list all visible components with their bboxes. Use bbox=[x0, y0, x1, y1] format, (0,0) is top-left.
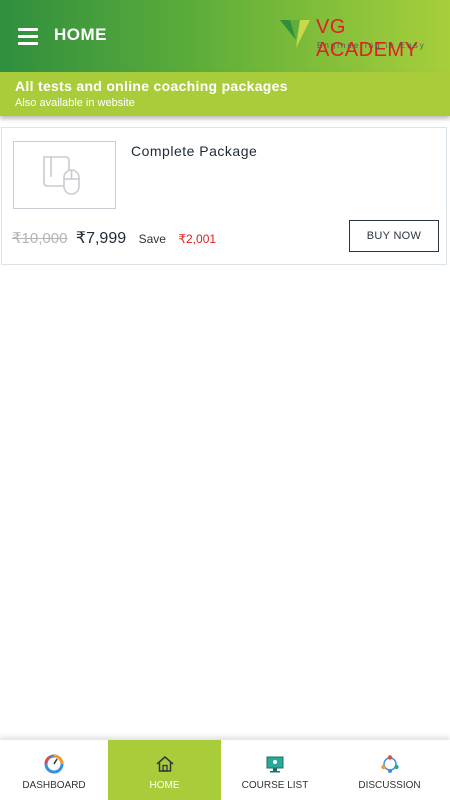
current-price: ₹7,999 bbox=[75, 230, 127, 247]
nav-item-course-list[interactable]: COURSE LIST bbox=[221, 740, 329, 800]
logo-text: VG ACADEMY bbox=[316, 16, 419, 61]
package-thumbnail bbox=[13, 141, 116, 209]
save-label: Save bbox=[138, 232, 166, 246]
nav-label-discussion: DISCUSSION bbox=[358, 780, 421, 791]
save-amount: ₹2,001 bbox=[178, 232, 217, 246]
package-title: Complete Package bbox=[131, 143, 258, 159]
nav-label-course-list: COURSE LIST bbox=[241, 780, 309, 791]
discussion-people-icon bbox=[380, 755, 399, 773]
bottom-navigation: DASHBOARD HOME COURSE LIST DISCUSSION bbox=[0, 740, 450, 800]
hamburger-menu-icon[interactable] bbox=[18, 26, 40, 46]
original-price: ₹10,000 bbox=[12, 230, 68, 247]
home-icon bbox=[156, 756, 173, 772]
package-card[interactable]: Complete Package ₹10,000 ₹7,999 Save ₹2,… bbox=[1, 127, 447, 265]
buy-now-button[interactable]: BUY NOW bbox=[349, 220, 439, 252]
banner-title: All tests and online coaching packages bbox=[15, 78, 288, 94]
nav-item-discussion[interactable]: DISCUSSION bbox=[329, 740, 450, 800]
nav-item-dashboard[interactable]: DASHBOARD bbox=[0, 740, 108, 800]
course-list-monitor-icon bbox=[266, 756, 284, 773]
nav-item-home[interactable]: HOME bbox=[108, 740, 221, 800]
page-title: HOME bbox=[54, 25, 107, 44]
book-mouse-icon bbox=[43, 156, 80, 195]
nav-label-home: HOME bbox=[149, 780, 180, 791]
vg-academy-logo: VG ACADEMY Engineering is Easy bbox=[280, 14, 442, 61]
nav-label-dashboard: DASHBOARD bbox=[22, 780, 86, 791]
banner-subtitle: Also available in website bbox=[15, 97, 135, 109]
app-header: HOME VG ACADEMY Engineering is Easy bbox=[0, 0, 450, 72]
dashboard-gauge-icon bbox=[44, 754, 64, 774]
info-banner: All tests and online coaching packages A… bbox=[0, 72, 450, 116]
logo-tagline: Engineering is Easy bbox=[317, 41, 426, 50]
price-row: ₹10,000 ₹7,999 Save ₹2,001 bbox=[12, 228, 216, 248]
logo-v-icon bbox=[280, 20, 310, 48]
